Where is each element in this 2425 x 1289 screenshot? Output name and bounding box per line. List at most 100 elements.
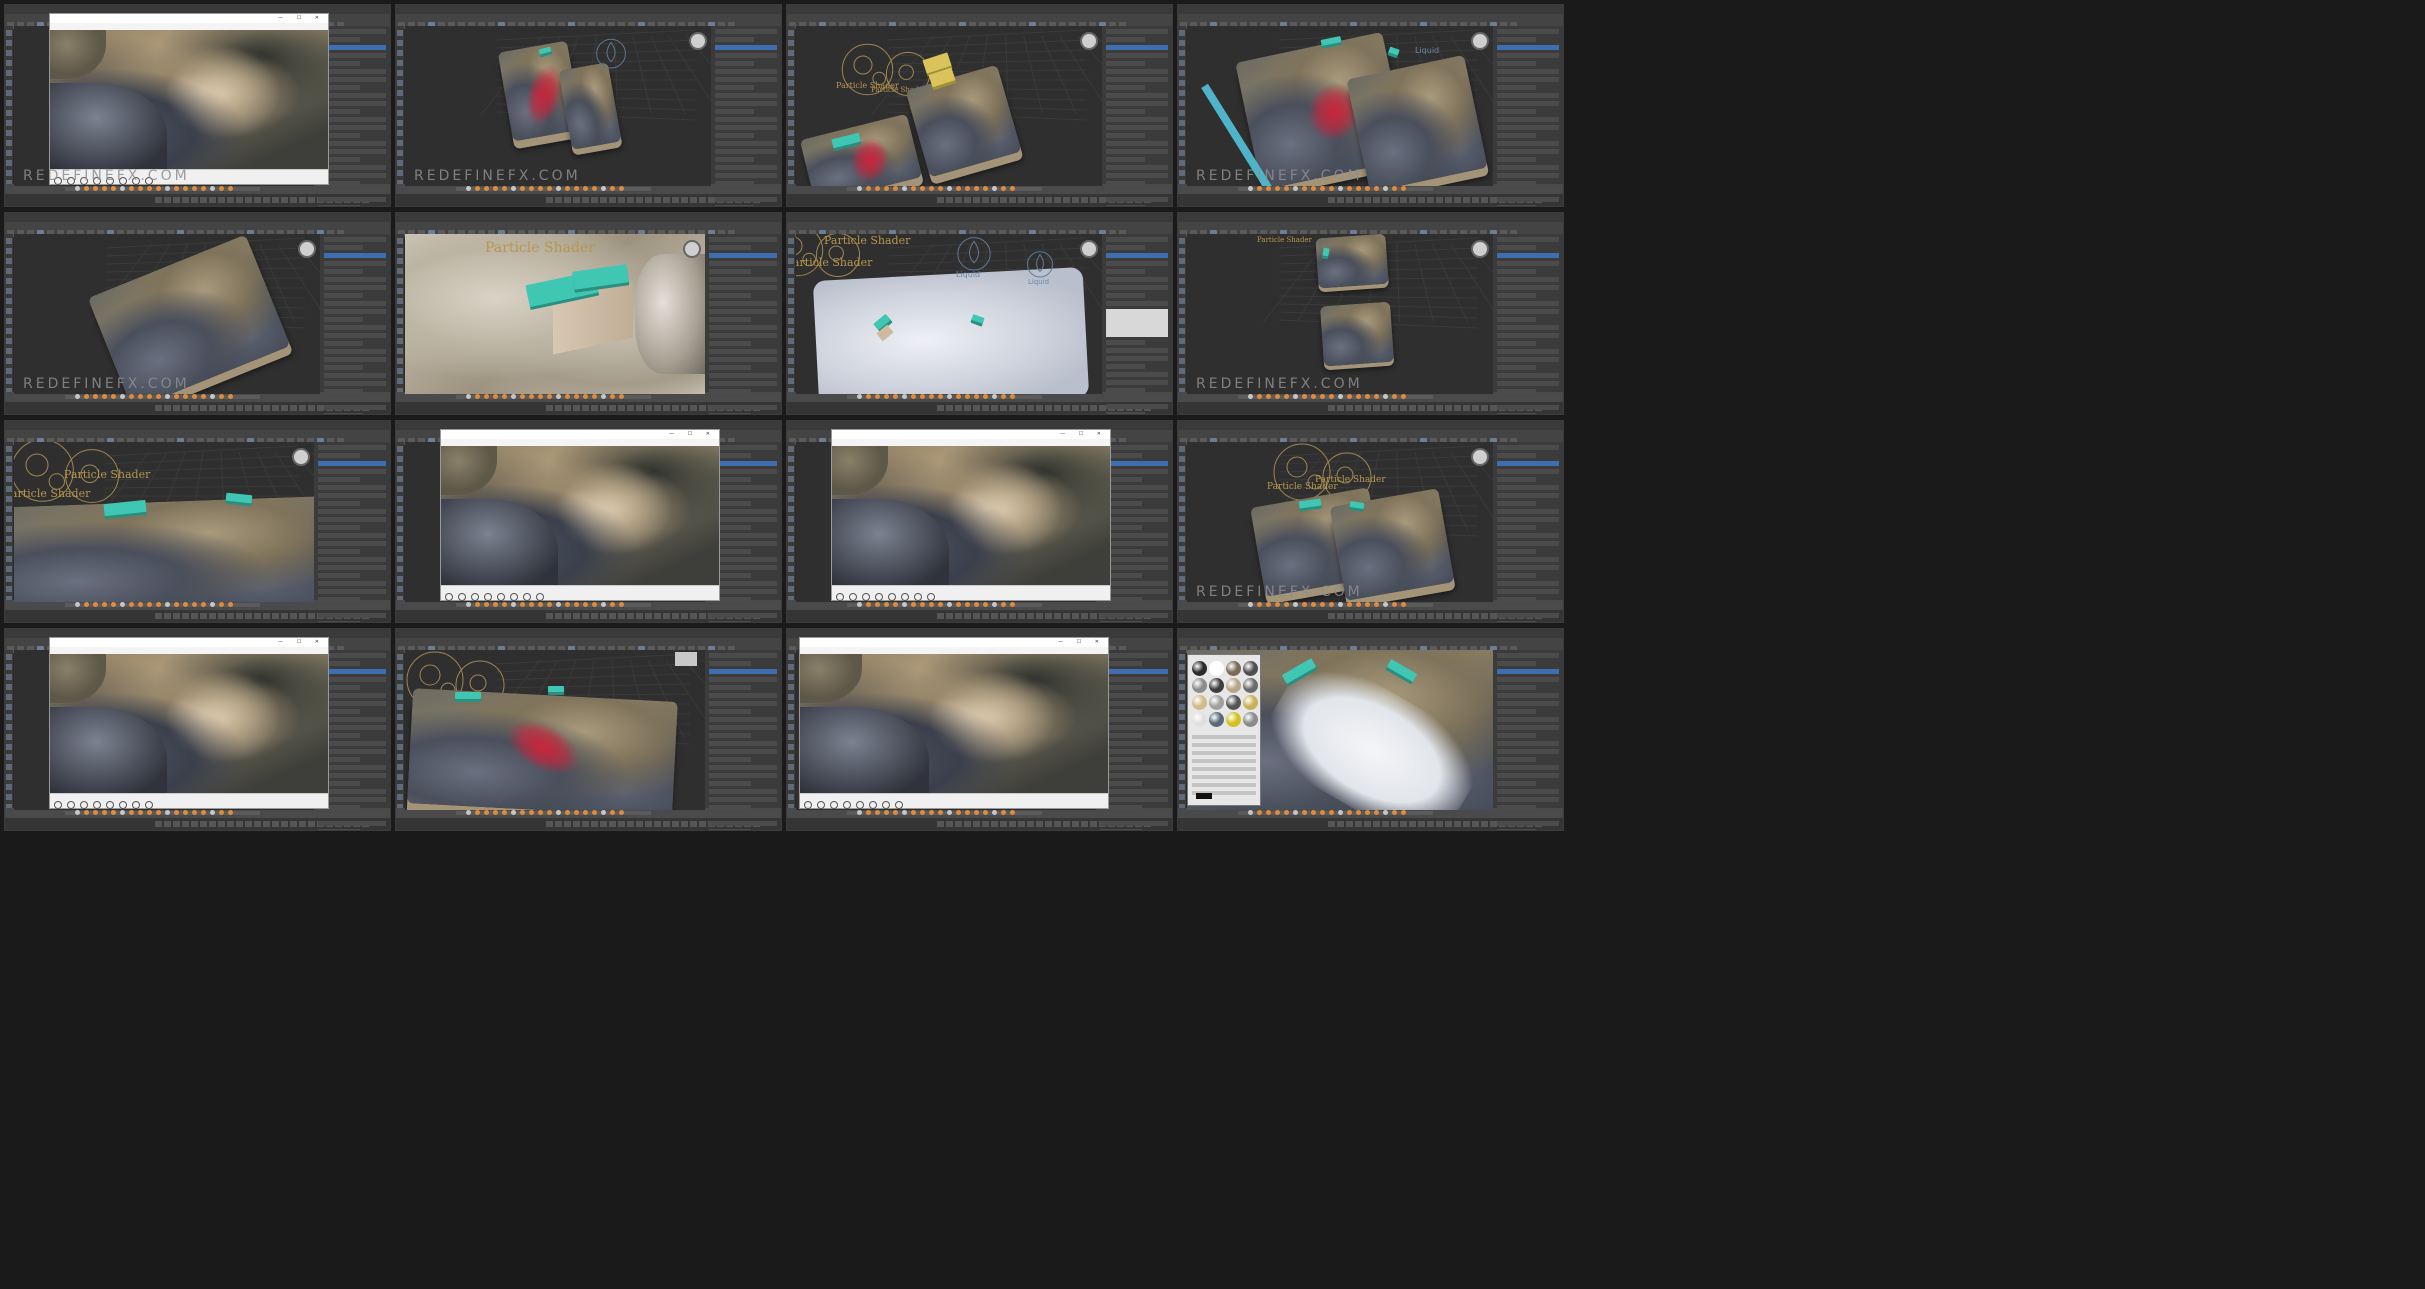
playback-button[interactable] bbox=[102, 394, 107, 399]
tool-icon[interactable] bbox=[1179, 546, 1185, 552]
playback-button[interactable] bbox=[1320, 394, 1325, 399]
playback-button[interactable] bbox=[884, 602, 889, 607]
status-control[interactable] bbox=[1355, 405, 1362, 411]
tool-icon[interactable] bbox=[6, 714, 12, 720]
command-panel-row[interactable] bbox=[1497, 605, 1559, 610]
status-control[interactable] bbox=[564, 197, 571, 203]
tool-icon[interactable] bbox=[397, 516, 403, 522]
status-control[interactable] bbox=[964, 197, 971, 203]
playback-button[interactable] bbox=[565, 186, 570, 191]
status-control[interactable] bbox=[672, 405, 679, 411]
playback-button[interactable] bbox=[911, 602, 916, 607]
command-panel-row[interactable] bbox=[1497, 357, 1559, 362]
playback-button[interactable] bbox=[174, 810, 179, 815]
playback-button[interactable] bbox=[866, 810, 871, 815]
tool-icon[interactable] bbox=[788, 30, 794, 36]
command-panel-row[interactable] bbox=[1106, 45, 1168, 50]
command-panel-row[interactable] bbox=[1106, 372, 1168, 377]
playback-button[interactable] bbox=[938, 394, 943, 399]
status-control[interactable] bbox=[1373, 405, 1380, 411]
status-control[interactable] bbox=[1382, 197, 1389, 203]
command-panel-row[interactable] bbox=[1497, 53, 1559, 58]
command-panel-row[interactable] bbox=[1497, 413, 1536, 414]
status-control[interactable] bbox=[672, 197, 679, 203]
status-control[interactable] bbox=[955, 613, 962, 619]
tool-icon[interactable] bbox=[397, 714, 403, 720]
command-panel-row[interactable] bbox=[715, 157, 754, 162]
command-panel-row[interactable] bbox=[324, 333, 386, 338]
tool-icon[interactable] bbox=[788, 526, 794, 532]
playback-button[interactable] bbox=[1383, 394, 1388, 399]
tool-icon[interactable] bbox=[1179, 506, 1185, 512]
playback-button[interactable] bbox=[1347, 602, 1352, 607]
playback-button[interactable] bbox=[147, 810, 152, 815]
status-control[interactable] bbox=[1373, 613, 1380, 619]
tool-icon[interactable] bbox=[6, 40, 12, 46]
tool-icon[interactable] bbox=[6, 80, 12, 86]
status-control[interactable] bbox=[690, 405, 697, 411]
command-panel-row[interactable] bbox=[1100, 829, 1142, 830]
command-panel-row[interactable] bbox=[1497, 805, 1536, 810]
tool-icon[interactable] bbox=[1179, 258, 1185, 264]
status-control[interactable] bbox=[1099, 405, 1106, 411]
status-control[interactable] bbox=[937, 821, 944, 827]
playback-button[interactable] bbox=[583, 394, 588, 399]
status-control[interactable] bbox=[663, 613, 670, 619]
command-panel-row[interactable] bbox=[709, 773, 777, 778]
command-panel-row[interactable] bbox=[318, 453, 360, 458]
tool-icon[interactable] bbox=[1179, 50, 1185, 56]
material-param-row[interactable] bbox=[1192, 759, 1256, 763]
status-control[interactable] bbox=[591, 197, 598, 203]
viewport[interactable]: Liquid bbox=[1187, 26, 1493, 186]
command-panel-row[interactable] bbox=[709, 325, 777, 330]
command-panel-row[interactable] bbox=[1106, 277, 1168, 282]
playback-button[interactable] bbox=[1356, 394, 1361, 399]
status-control[interactable] bbox=[191, 821, 198, 827]
tool-icon[interactable] bbox=[397, 318, 403, 324]
playback-button[interactable] bbox=[565, 602, 570, 607]
media-player-window[interactable]: — ☐ ✕ FileEditPlayNavigateFavoritesViewHe… bbox=[799, 637, 1109, 809]
command-panel-row[interactable] bbox=[715, 125, 777, 130]
tool-icon[interactable] bbox=[788, 140, 794, 146]
material-sample-slot[interactable] bbox=[1192, 695, 1207, 710]
window-buttons[interactable]: — ☐ ✕ bbox=[278, 15, 325, 21]
tool-icon[interactable] bbox=[1179, 70, 1185, 76]
playback-button[interactable] bbox=[1311, 810, 1316, 815]
command-panel-row[interactable] bbox=[318, 613, 386, 618]
tool-icon[interactable] bbox=[788, 288, 794, 294]
command-panel-row[interactable] bbox=[1106, 301, 1168, 306]
tool-icon[interactable] bbox=[397, 536, 403, 542]
tool-icon[interactable] bbox=[1179, 566, 1185, 572]
status-control[interactable] bbox=[600, 405, 607, 411]
command-panel-row[interactable] bbox=[1497, 573, 1536, 578]
player-control-button[interactable] bbox=[817, 801, 825, 809]
playback-button[interactable] bbox=[129, 394, 134, 399]
playback-button[interactable] bbox=[228, 810, 233, 815]
command-panel-row[interactable] bbox=[1497, 29, 1559, 34]
playback-button[interactable] bbox=[84, 186, 89, 191]
command-panel-row[interactable] bbox=[1497, 813, 1559, 818]
tool-icon[interactable] bbox=[397, 674, 403, 680]
tool-icon[interactable] bbox=[788, 476, 794, 482]
tool-icon[interactable] bbox=[397, 764, 403, 770]
playback-button[interactable] bbox=[102, 810, 107, 815]
command-panel-row[interactable] bbox=[1100, 669, 1168, 674]
status-control[interactable] bbox=[681, 613, 688, 619]
status-control[interactable] bbox=[627, 405, 634, 411]
command-panel-row[interactable] bbox=[709, 797, 777, 802]
command-panel-row[interactable] bbox=[318, 813, 386, 818]
command-panel-row[interactable] bbox=[1497, 117, 1559, 122]
playback-button[interactable] bbox=[210, 186, 215, 191]
status-control[interactable] bbox=[681, 405, 688, 411]
tool-icon[interactable] bbox=[397, 744, 403, 750]
command-panel-row[interactable] bbox=[1497, 157, 1536, 162]
playback-button[interactable] bbox=[520, 394, 525, 399]
tool-icon[interactable] bbox=[1179, 724, 1185, 730]
tool-icon[interactable] bbox=[397, 466, 403, 472]
command-panel-row[interactable] bbox=[1497, 245, 1536, 250]
material-sample-slot[interactable] bbox=[1243, 678, 1258, 693]
tool-icon[interactable] bbox=[6, 654, 12, 660]
status-control[interactable] bbox=[609, 821, 616, 827]
playback-button[interactable] bbox=[1338, 394, 1343, 399]
playback-button[interactable] bbox=[1329, 602, 1334, 607]
